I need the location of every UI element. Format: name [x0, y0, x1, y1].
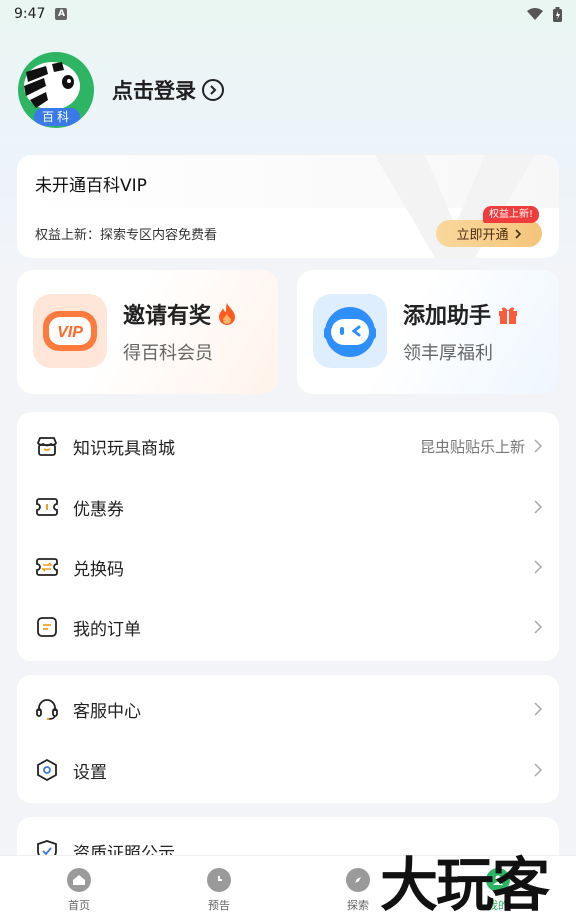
menu-item-my-orders[interactable]: 我的订单 [17, 597, 559, 657]
watermark-text: 大玩客 [380, 851, 550, 919]
zebra-icon [24, 62, 80, 110]
menu-item-label: 客服中心 [73, 701, 141, 722]
menu-item-label: 知识玩具商城 [73, 438, 175, 459]
nav-tab-preview[interactable]: 预告 [189, 868, 249, 913]
robot-assistant-icon [313, 294, 387, 368]
vip-open-button[interactable]: 立即开通 [436, 220, 542, 247]
nav-tab-label: 预告 [208, 899, 230, 912]
profile-header[interactable]: 百科 点击登录 [18, 52, 224, 128]
menu-item-settings[interactable]: 设置 [17, 740, 559, 800]
chevron-right-icon [514, 228, 521, 239]
exchange-icon [35, 555, 59, 579]
chevron-right-icon [534, 702, 543, 716]
gift-icon [499, 307, 518, 324]
invite-title: 邀请有奖 [123, 298, 237, 330]
chevron-right-icon [534, 560, 543, 574]
nav-tab-label: 首页 [68, 899, 90, 912]
notification-icon: A [55, 8, 68, 20]
home-icon [67, 868, 91, 892]
menu-item-extra: 昆虫贴贴乐上新 [419, 437, 525, 456]
menu-item-label: 兑换码 [73, 559, 124, 580]
menu-item-label: 我的订单 [73, 619, 141, 640]
menu-item-label: 设置 [73, 762, 107, 783]
menu-item-coupons[interactable]: 优惠券 [17, 477, 559, 537]
menu-group-shop: 知识玩具商城 昆虫贴贴乐上新 优惠券 兑换码 我的订单 [17, 412, 559, 661]
avatar-badge: 百科 [34, 108, 80, 126]
login-label: 点击登录 [112, 79, 196, 103]
chevron-right-icon [534, 439, 543, 453]
compass-icon [346, 868, 370, 892]
invite-subtitle: 得百科会员 [123, 343, 213, 364]
vip-description: 权益上新：探索专区内容免费看 [35, 228, 218, 243]
avatar[interactable]: 百科 [18, 52, 94, 128]
invite-title-text: 邀请有奖 [123, 304, 212, 329]
nav-tab-explore[interactable]: 探索 [328, 868, 388, 913]
menu-item-toy-shop[interactable]: 知识玩具商城 昆虫贴贴乐上新 [17, 416, 559, 476]
coupon-icon [35, 495, 59, 519]
fire-icon [219, 303, 236, 325]
clock-icon [207, 868, 231, 892]
chevron-right-icon [534, 620, 543, 634]
menu-item-customer-service[interactable]: 客服中心 [17, 679, 559, 739]
vip-title: 未开通百科VIP [35, 176, 147, 196]
add-assistant-card[interactable]: 添加助手 领丰厚福利 [297, 270, 559, 394]
order-icon [35, 615, 59, 639]
chevron-right-icon [534, 763, 543, 777]
status-bar: 9:47 A [0, 0, 576, 28]
chevron-right-icon [534, 500, 543, 514]
add-assistant-title: 添加助手 [403, 298, 519, 330]
battery-icon [553, 6, 562, 22]
settings-icon [35, 758, 59, 782]
add-assistant-title-text: 添加助手 [403, 304, 492, 329]
headset-icon [35, 697, 59, 721]
invite-reward-card[interactable]: VIP 邀请有奖 得百科会员 [17, 270, 278, 394]
menu-group-support: 客服中心 设置 [17, 675, 559, 803]
vip-icon-text: VIP [57, 324, 83, 341]
wifi-icon [527, 8, 543, 20]
nav-tab-home[interactable]: 首页 [49, 868, 109, 913]
chevron-right-circle-icon [202, 79, 224, 101]
login-link[interactable]: 点击登录 [112, 75, 224, 105]
menu-item-label: 优惠券 [73, 499, 124, 520]
nav-tab-label: 探索 [347, 899, 369, 912]
shop-icon [35, 434, 59, 458]
menu-item-redeem-code[interactable]: 兑换码 [17, 537, 559, 597]
status-time: 9:47 [14, 6, 46, 22]
vip-ticket-icon: VIP [33, 294, 107, 368]
add-assistant-subtitle: 领丰厚福利 [403, 343, 493, 364]
vip-open-label: 立即开通 [456, 228, 509, 243]
vip-new-tag: 权益上新! [483, 206, 540, 223]
